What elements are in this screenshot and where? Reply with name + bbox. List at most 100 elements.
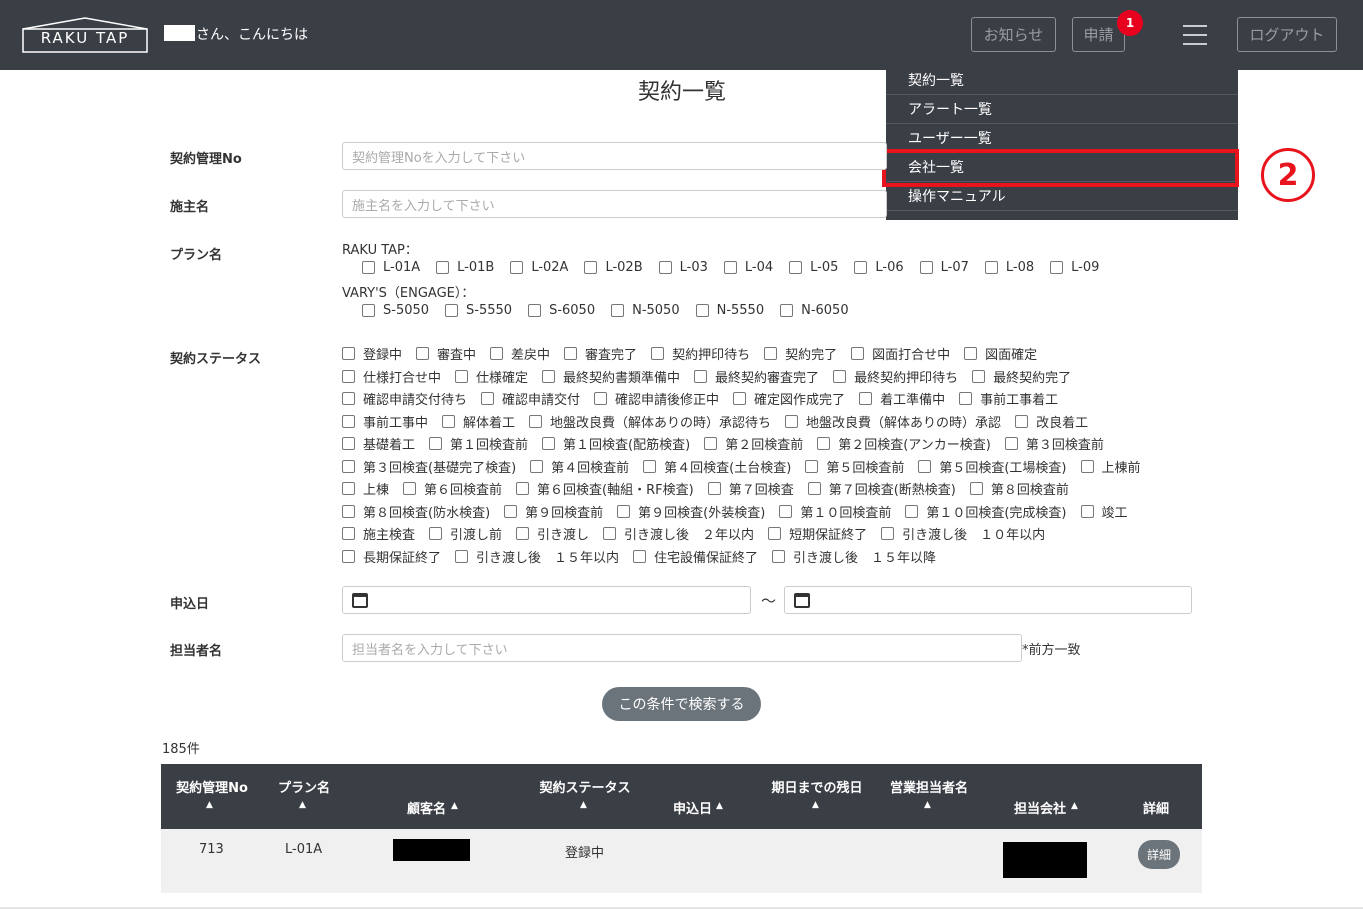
checkbox[interactable] xyxy=(342,527,355,540)
staff-input[interactable]: 担当者名を入力して下さい xyxy=(342,634,1022,662)
status-option-checkbox[interactable]: 第３回検査(基礎完了検査) xyxy=(342,457,516,476)
checkbox[interactable] xyxy=(651,347,665,360)
plan-option-checkbox[interactable]: S-5550 xyxy=(445,303,512,318)
status-option-checkbox[interactable]: 竣工 xyxy=(1080,502,1128,521)
checkbox[interactable] xyxy=(342,549,355,563)
status-option-checkbox[interactable]: 最終契約完了 xyxy=(972,367,1071,386)
sort-icon[interactable]: ▲ xyxy=(299,800,306,810)
sort-icon[interactable]: ▲ xyxy=(451,801,458,811)
status-option-checkbox[interactable]: 第８回検査前 xyxy=(969,479,1069,498)
status-option-checkbox[interactable]: 第７回検査(断熱検査) xyxy=(807,479,956,498)
sort-icon[interactable]: ▲ xyxy=(206,800,213,810)
col-sales-staff[interactable]: 営業担当者名 xyxy=(886,777,972,796)
checkbox[interactable] xyxy=(723,261,737,274)
status-option-checkbox[interactable]: 第４回検査(土台検査) xyxy=(643,457,791,476)
status-option-checkbox[interactable]: 第９回検査(外装検査) xyxy=(617,502,765,521)
checkbox[interactable] xyxy=(881,527,895,540)
plan-option-checkbox[interactable]: L-09 xyxy=(1050,260,1099,275)
calendar-icon[interactable] xyxy=(352,593,368,608)
plan-option-checkbox[interactable]: L-05 xyxy=(789,260,838,275)
checkbox[interactable] xyxy=(643,459,657,473)
status-option-checkbox[interactable]: 差戻中 xyxy=(490,344,550,363)
plan-option-checkbox[interactable]: S-5050 xyxy=(362,303,429,318)
status-option-checkbox[interactable]: 引き渡し xyxy=(516,524,589,543)
status-option-checkbox[interactable]: 第５回検査(工場検査) xyxy=(918,457,1067,476)
checkbox[interactable] xyxy=(342,482,355,495)
status-option-checkbox[interactable]: 事前工事中 xyxy=(342,412,428,431)
sort-icon[interactable]: ▲ xyxy=(580,800,587,810)
status-option-checkbox[interactable]: 図面確定 xyxy=(964,344,1037,363)
checkbox[interactable] xyxy=(984,261,998,274)
status-option-checkbox[interactable]: 仕様打合せ中 xyxy=(342,367,441,386)
checkbox[interactable] xyxy=(964,347,978,360)
checkbox[interactable] xyxy=(416,347,430,360)
status-option-checkbox[interactable]: 第１回検査前 xyxy=(429,434,528,453)
checkbox[interactable] xyxy=(694,369,708,383)
status-option-checkbox[interactable]: 上棟前 xyxy=(1080,457,1141,476)
col-apply-date[interactable]: 申込日 xyxy=(673,798,712,817)
checkbox[interactable] xyxy=(362,261,375,274)
checkbox[interactable] xyxy=(768,527,782,540)
sort-icon[interactable]: ▲ xyxy=(812,800,819,810)
checkbox[interactable] xyxy=(362,304,375,317)
col-company[interactable]: 担当会社 xyxy=(1014,798,1066,817)
status-option-checkbox[interactable]: 第６回検査前 xyxy=(403,479,502,498)
status-option-checkbox[interactable]: 第４回検査前 xyxy=(530,457,629,476)
checkbox[interactable] xyxy=(445,304,459,317)
col-status[interactable]: 契約ステータス xyxy=(536,777,634,796)
checkbox[interactable] xyxy=(429,527,443,540)
plan-option-checkbox[interactable]: L-07 xyxy=(919,260,969,275)
status-option-checkbox[interactable]: 第６回検査(軸組・RF検査) xyxy=(516,479,694,498)
status-option-checkbox[interactable]: 上棟 xyxy=(342,479,389,498)
checkbox[interactable] xyxy=(789,261,803,274)
checkbox[interactable] xyxy=(342,369,355,383)
checkbox[interactable] xyxy=(633,549,647,563)
checkbox[interactable] xyxy=(530,459,544,473)
status-option-checkbox[interactable]: 図面打合せ中 xyxy=(851,344,950,363)
checkbox[interactable] xyxy=(1004,437,1018,450)
status-option-checkbox[interactable]: 第８回検査(防水検査) xyxy=(342,502,490,521)
status-option-checkbox[interactable]: 住宅設備保証終了 xyxy=(633,547,758,566)
apply-date-to-input[interactable] xyxy=(784,586,1192,614)
checkbox[interactable] xyxy=(403,482,417,495)
checkbox[interactable] xyxy=(342,347,355,360)
status-option-checkbox[interactable]: 引き渡し後 １０年以内 xyxy=(881,524,1045,543)
checkbox[interactable] xyxy=(455,549,469,563)
status-option-checkbox[interactable]: 確認申請交付待ち xyxy=(342,389,467,408)
checkbox[interactable] xyxy=(969,482,983,495)
checkbox[interactable] xyxy=(617,504,631,518)
checkbox[interactable] xyxy=(528,304,542,317)
checkbox[interactable] xyxy=(695,304,709,317)
checkbox[interactable] xyxy=(455,369,469,383)
checkbox[interactable] xyxy=(972,369,986,383)
menu-item-contracts[interactable]: 契約一覧 xyxy=(886,66,1238,95)
plan-option-checkbox[interactable]: N-5550 xyxy=(695,303,764,318)
status-option-checkbox[interactable]: 引き渡し後 １５年以内 xyxy=(455,547,619,566)
status-option-checkbox[interactable]: 短期保証終了 xyxy=(768,524,867,543)
plan-option-checkbox[interactable]: L-08 xyxy=(984,260,1034,275)
plan-option-checkbox[interactable]: L-06 xyxy=(854,260,904,275)
status-option-checkbox[interactable]: 確定図作成完了 xyxy=(733,389,845,408)
plan-option-checkbox[interactable]: L-02B xyxy=(584,260,643,275)
checkbox[interactable] xyxy=(542,437,556,450)
checkbox[interactable] xyxy=(772,549,786,563)
checkbox[interactable] xyxy=(658,261,672,274)
logout-button[interactable]: ログアウト xyxy=(1237,17,1337,52)
checkbox[interactable] xyxy=(807,482,821,495)
status-option-checkbox[interactable]: 契約完了 xyxy=(764,344,837,363)
status-option-checkbox[interactable]: 契約押印待ち xyxy=(651,344,750,363)
checkbox[interactable] xyxy=(529,414,543,428)
plan-option-checkbox[interactable]: L-04 xyxy=(723,260,773,275)
checkbox[interactable] xyxy=(1050,261,1064,274)
checkbox[interactable] xyxy=(959,392,973,405)
status-option-checkbox[interactable]: 審査完了 xyxy=(564,344,637,363)
checkbox[interactable] xyxy=(918,459,932,473)
col-plan[interactable]: プラン名 xyxy=(271,777,337,796)
checkbox[interactable] xyxy=(436,261,450,274)
checkbox[interactable] xyxy=(1015,414,1029,428)
status-option-checkbox[interactable]: 施主検査 xyxy=(342,524,415,543)
sort-icon[interactable]: ▲ xyxy=(716,801,723,811)
status-option-checkbox[interactable]: 引渡し前 xyxy=(429,524,502,543)
status-option-checkbox[interactable]: 第１０回検査(完成検査) xyxy=(905,502,1067,521)
checkbox[interactable] xyxy=(594,392,608,405)
